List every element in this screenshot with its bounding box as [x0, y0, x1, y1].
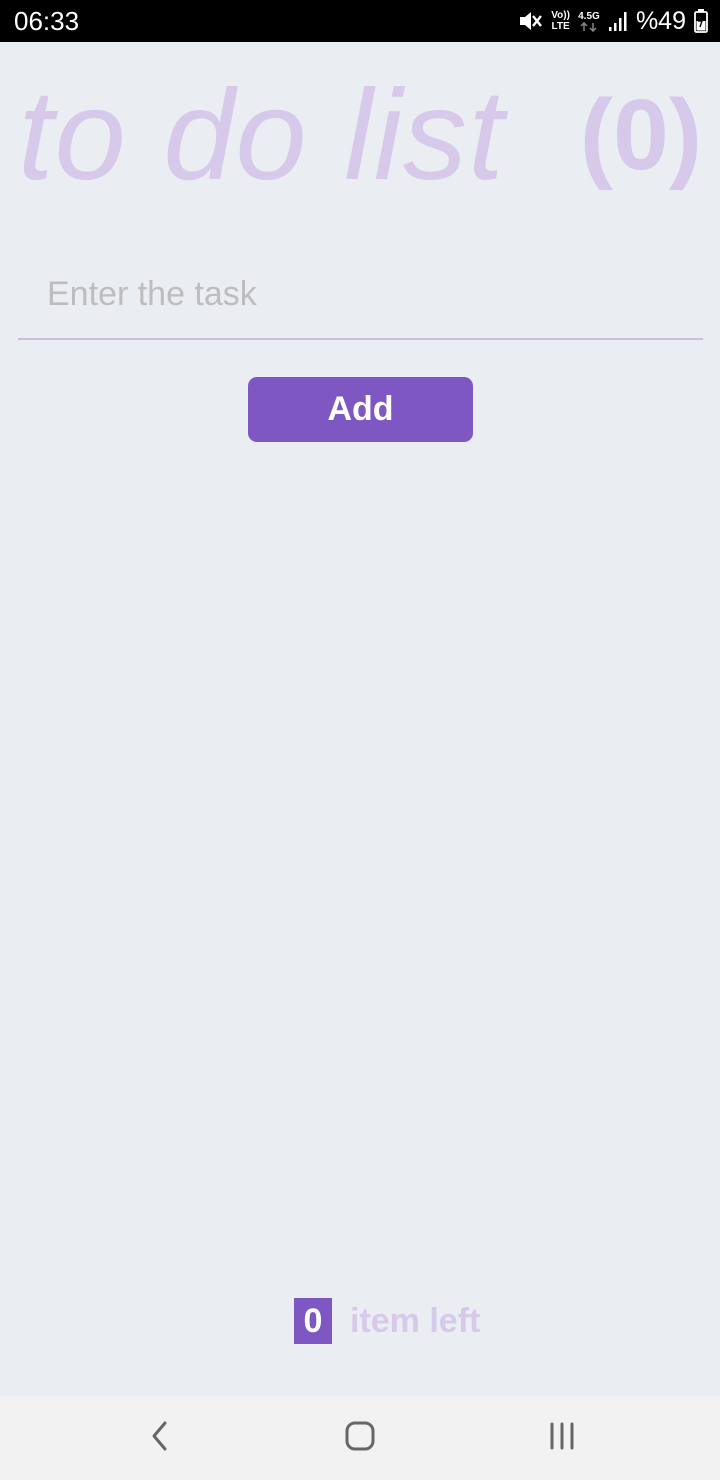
recents-icon [547, 1421, 577, 1456]
home-button[interactable] [330, 1416, 390, 1460]
status-time: 06:33 [14, 6, 80, 36]
task-count: (0) [579, 79, 702, 191]
network-label: 4.5G [578, 10, 600, 22]
recents-button[interactable] [532, 1416, 592, 1460]
navigation-bar [0, 1396, 720, 1480]
volte-bottom-label: LTE [551, 21, 570, 32]
page-title: to do list [18, 64, 505, 207]
volte-top-label: Vo)) [551, 10, 570, 21]
back-button[interactable] [130, 1416, 190, 1460]
status-bar: 06:33 Vo)) LTE 4.5G %49 [0, 0, 720, 42]
items-left-count: 0 [294, 1298, 332, 1344]
home-icon [344, 1420, 376, 1457]
back-icon [148, 1420, 172, 1457]
battery-icon [694, 9, 708, 33]
add-button[interactable]: Add [248, 377, 473, 442]
items-left: 0 item left [294, 1298, 480, 1344]
items-left-label: item left [350, 1302, 481, 1340]
battery-percent: %49 [635, 7, 686, 35]
signal-icon [608, 10, 628, 32]
volte-icon: Vo)) LTE [551, 10, 570, 32]
network-arrows-icon: 4.5G [578, 11, 600, 32]
mute-icon [517, 8, 543, 34]
status-icons: Vo)) LTE 4.5G %49 [517, 5, 708, 37]
task-input[interactable] [18, 258, 703, 340]
